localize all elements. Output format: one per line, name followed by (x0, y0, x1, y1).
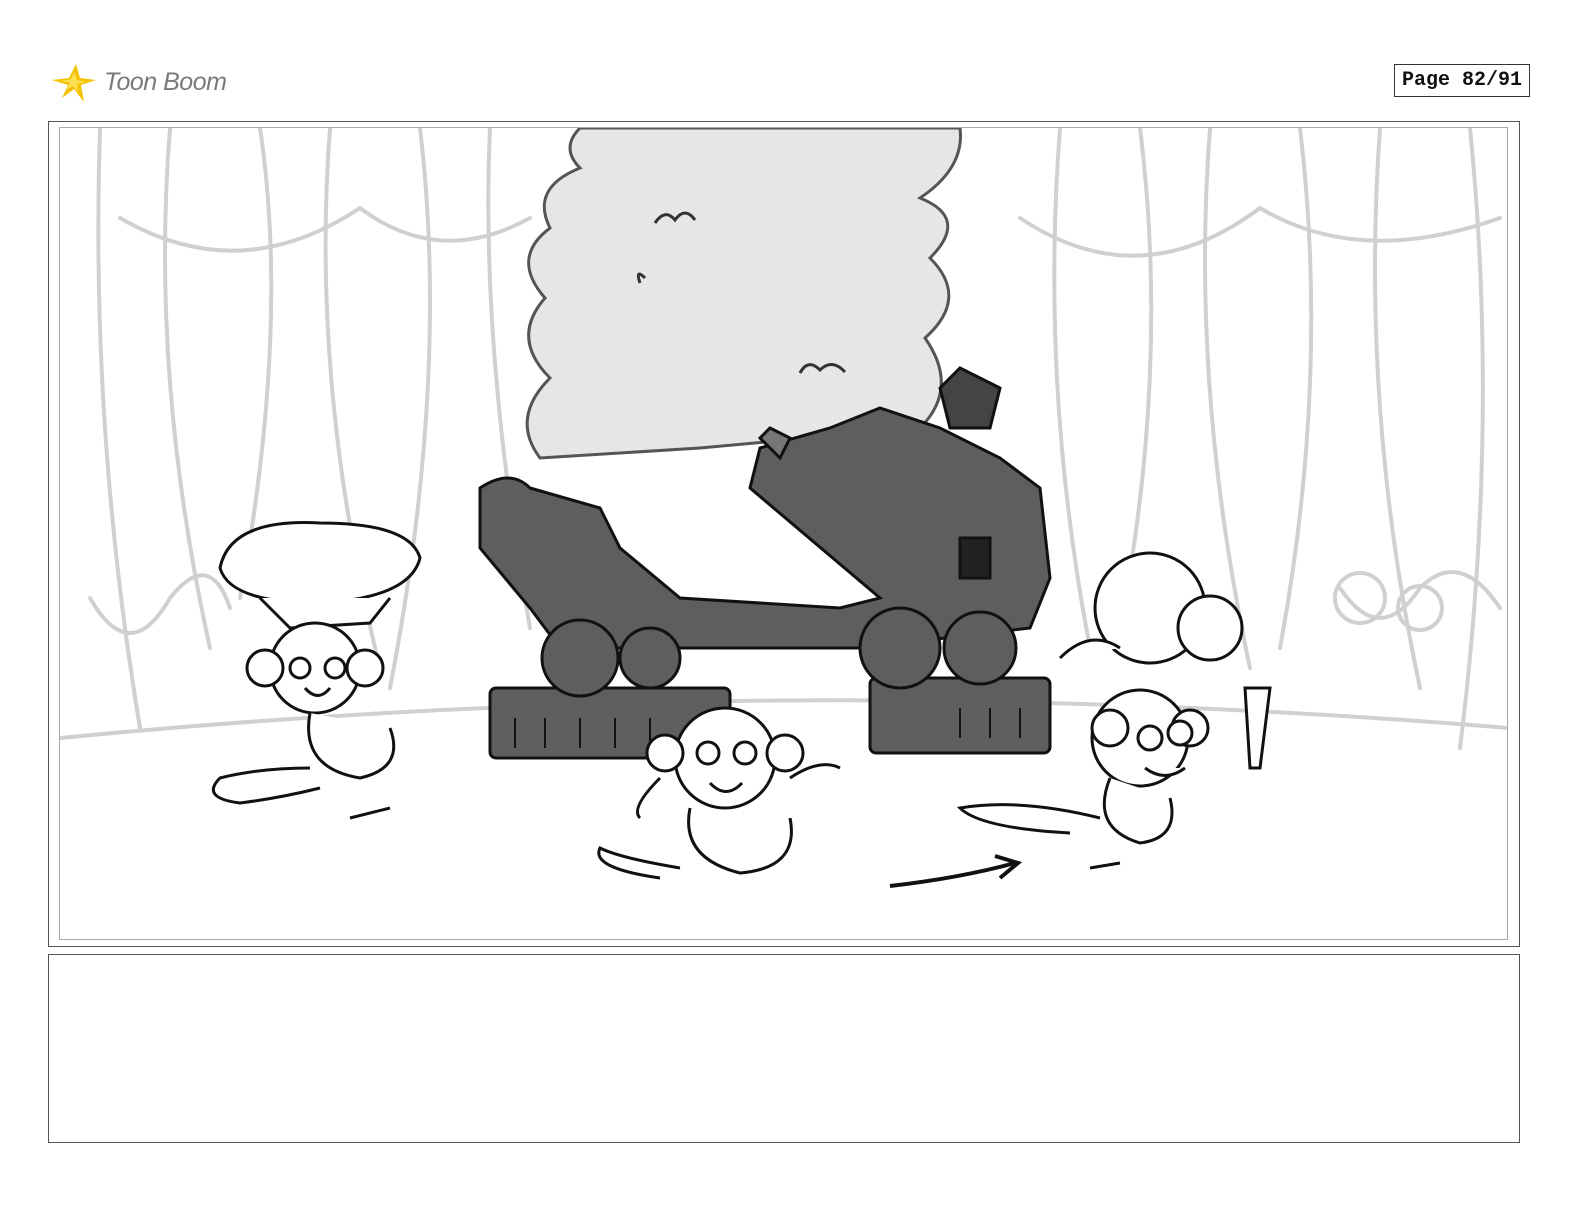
storyboard-sketch (60, 128, 1507, 888)
toon-boom-starburst-icon (52, 64, 96, 102)
monkey-left (211, 521, 422, 820)
toon-boom-logo: Toon Boom (50, 58, 227, 106)
notes-text (49, 955, 1519, 975)
notes-box (48, 954, 1520, 1143)
storyboard-panel (59, 127, 1508, 940)
smoke-cloud (525, 128, 962, 460)
logo-text: Toon Boom (104, 67, 227, 96)
page-number: Page 82/91 (1393, 64, 1530, 97)
